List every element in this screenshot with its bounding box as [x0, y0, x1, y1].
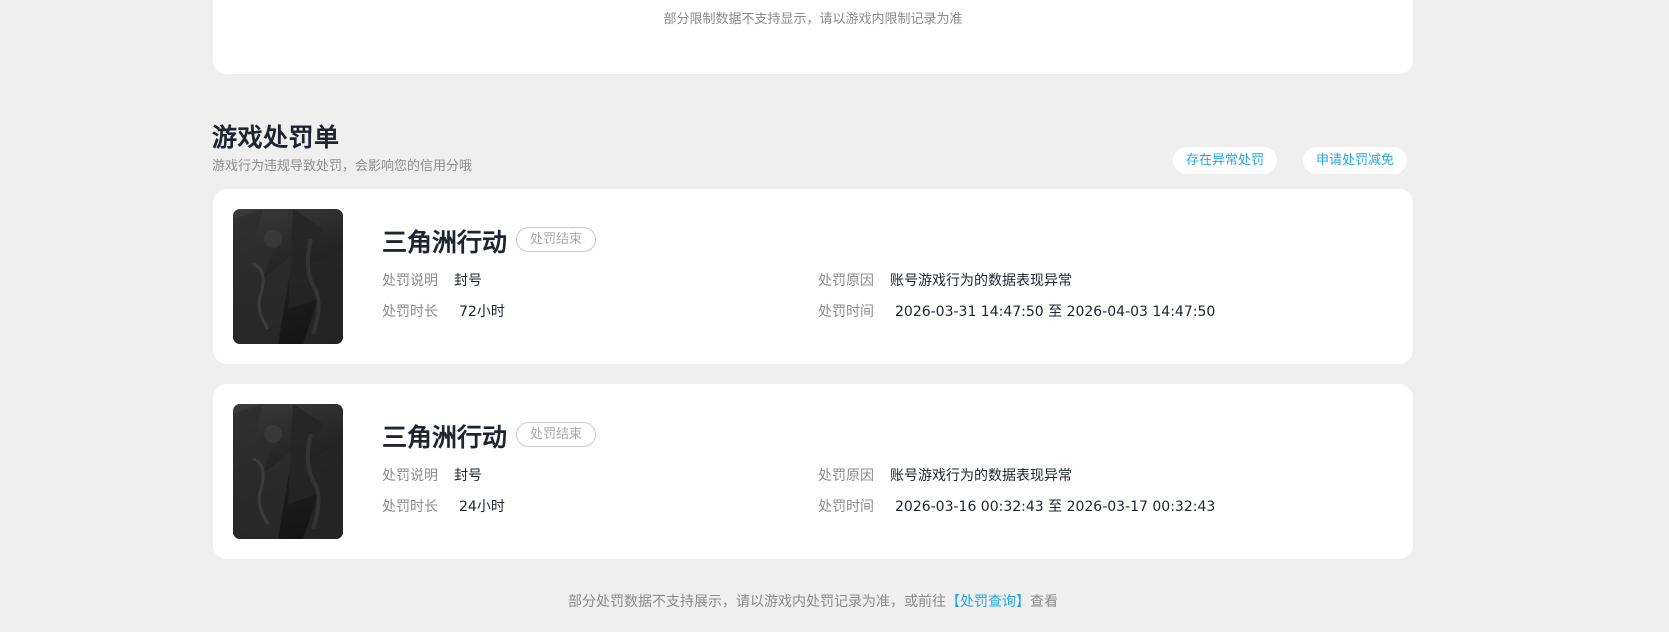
- description-label: 处罚说明: [382, 468, 438, 484]
- penalty-record-card: 三角洲行动 处罚结束 处罚说明 封号 处罚时长 72小时 处罚原因 账号游戏行为…: [213, 189, 1413, 364]
- game-cover-image: [233, 404, 343, 539]
- description-value: 封号: [454, 273, 482, 289]
- status-badge: 处罚结束: [516, 227, 597, 252]
- section-subtitle: 游戏行为违规导致处罚，会影响您的信用分哦: [212, 159, 473, 174]
- time-value: 2026-03-31 14:47:50 至 2026-04-03 14:47:5…: [895, 304, 1216, 320]
- footer-note: 部分处罚数据不支持展示，请以游戏内处罚记录为准，或前往【处罚查询】查看: [0, 591, 1626, 611]
- game-cover-image: [233, 209, 343, 344]
- reason-label: 处罚原因: [818, 273, 874, 289]
- time-label: 处罚时间: [818, 499, 874, 515]
- description-value: 封号: [454, 468, 482, 484]
- reason-value: 账号游戏行为的数据表现异常: [890, 468, 1072, 484]
- game-name: 三角洲行动: [382, 228, 508, 257]
- description-label: 处罚说明: [382, 273, 438, 289]
- penalty-query-link[interactable]: 【处罚查询】: [946, 594, 1030, 610]
- appeal-penalty-button[interactable]: 申请处罚减免: [1303, 147, 1408, 174]
- duration-value: 24小时: [459, 499, 505, 515]
- duration-label: 处罚时长: [382, 499, 438, 515]
- duration-label: 处罚时长: [382, 304, 438, 320]
- reason-label: 处罚原因: [818, 468, 874, 484]
- limit-data-note: 部分限制数据不支持显示，请以游戏内限制记录为准: [663, 12, 963, 27]
- page-title: 游戏处罚单: [212, 123, 340, 152]
- reason-value: 账号游戏行为的数据表现异常: [890, 273, 1072, 289]
- footer-text: 部分处罚数据不支持展示，请以游戏内处罚记录为准，或前往: [568, 594, 946, 610]
- time-label: 处罚时间: [818, 304, 874, 320]
- time-value: 2026-03-16 00:32:43 至 2026-03-17 00:32:4…: [895, 499, 1216, 515]
- penalty-record-card: 三角洲行动 处罚结束 处罚说明 封号 处罚时长 24小时 处罚原因 账号游戏行为…: [213, 384, 1413, 559]
- game-name: 三角洲行动: [382, 423, 508, 452]
- duration-value: 72小时: [459, 304, 505, 320]
- abnormal-penalty-button[interactable]: 存在异常处罚: [1173, 147, 1278, 174]
- footer-text-end: 查看: [1030, 594, 1058, 610]
- status-badge: 处罚结束: [516, 422, 597, 447]
- limit-records-card: 部分限制数据不支持显示，请以游戏内限制记录为准: [213, 0, 1413, 74]
